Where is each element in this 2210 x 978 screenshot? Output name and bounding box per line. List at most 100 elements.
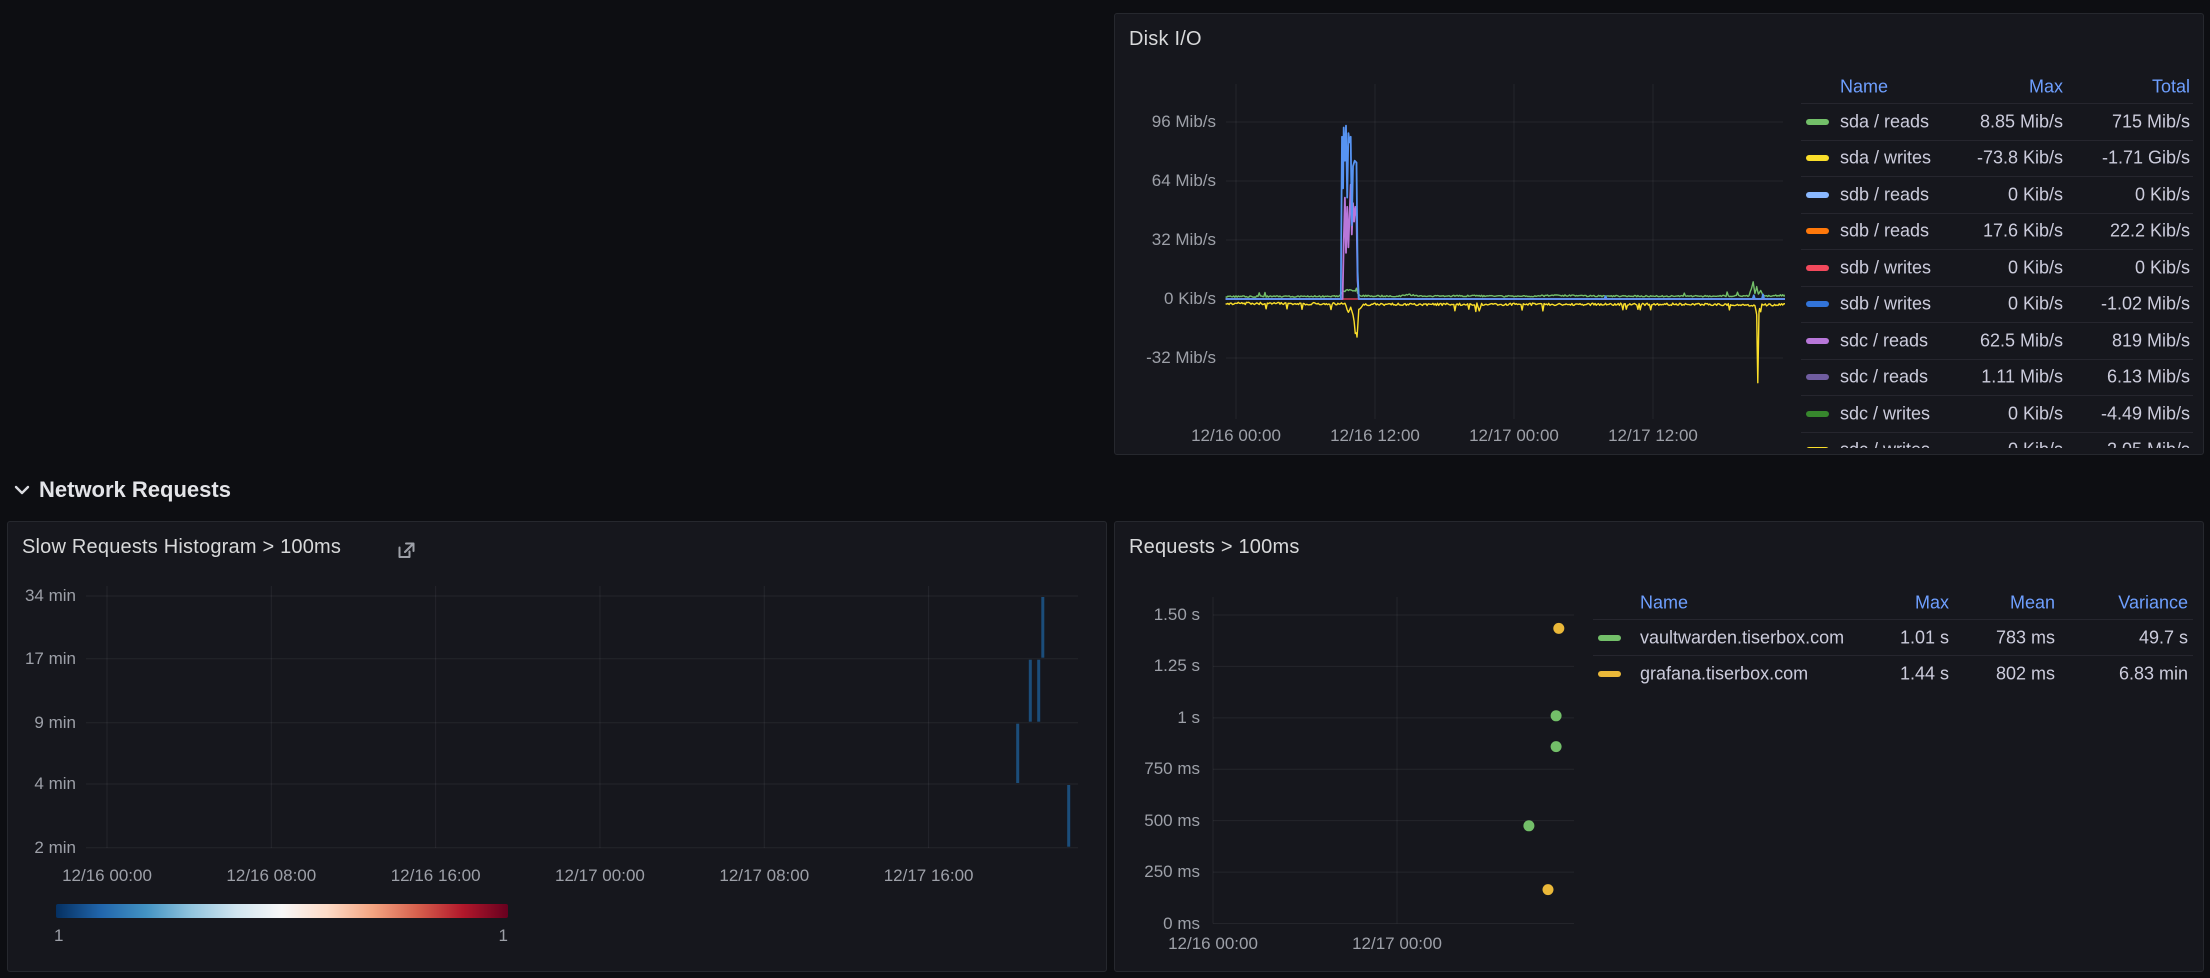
panel-title-requests-over-100ms[interactable]: Requests > 100ms bbox=[1129, 536, 1300, 559]
hist-x-tick-label: 12/16 08:00 bbox=[206, 866, 336, 886]
disk-legend-row: sdb / writes 0 Kib/s -1.02 Mib/s bbox=[1801, 286, 2193, 323]
series-color-swatch[interactable] bbox=[1806, 411, 1829, 417]
disk-y-tick-label: 32 Mib/s bbox=[1131, 230, 1216, 250]
hist-x-tick-label: 12/16 16:00 bbox=[371, 866, 501, 886]
disk-cell-name[interactable]: sdb / writes bbox=[1840, 294, 1931, 315]
req-x-tick-label: 12/16 00:00 bbox=[1148, 934, 1278, 954]
heatmap-cell-3 bbox=[1041, 597, 1044, 658]
series-color-swatch[interactable] bbox=[1806, 155, 1829, 161]
req-cell-variance: 49.7 s bbox=[2139, 627, 2188, 648]
series-color-swatch[interactable] bbox=[1806, 301, 1829, 307]
disk-cell-total: 22.2 Kib/s bbox=[2110, 221, 2190, 242]
hist-x-tick-label: 12/17 00:00 bbox=[535, 866, 665, 886]
scatter-point-0-0 bbox=[1551, 710, 1562, 721]
disk-series-1 bbox=[1226, 282, 1790, 297]
disk-col-header-total[interactable]: Total bbox=[2152, 77, 2190, 98]
req-y-tick-label: 500 ms bbox=[1117, 811, 1200, 831]
series-color-swatch[interactable] bbox=[1806, 374, 1829, 380]
disk-legend-row: sdb / reads0 Kib/s0 Kib/s bbox=[1801, 176, 2193, 213]
disk-x-tick-label: 12/16 12:00 bbox=[1310, 426, 1440, 446]
hist-y-tick-label: 2 min bbox=[12, 838, 76, 858]
req-cell-max: 1.01 s bbox=[1900, 627, 1949, 648]
panel-title-slow-requests-histogram[interactable]: Slow Requests Histogram > 100ms bbox=[22, 536, 341, 559]
hist-y-tick-label: 34 min bbox=[12, 586, 76, 606]
req-col-header-max[interactable]: Max bbox=[1915, 592, 1949, 613]
disk-legend-row: sdc / writes0 Kib/s-4.49 Mib/s bbox=[1801, 395, 2193, 432]
disk-cell-name[interactable]: sda / reads bbox=[1840, 111, 1929, 132]
series-color-swatch[interactable] bbox=[1806, 265, 1829, 271]
heatmap-cell-1 bbox=[1029, 660, 1032, 722]
disk-cell-max: 0 Kib/s bbox=[2008, 184, 2063, 205]
disk-legend-row: sdc / writes0 Kib/s-2.05 Mib/s bbox=[1801, 432, 2193, 449]
color-scale-max-label: 1 bbox=[438, 926, 508, 946]
disk-legend-row: sda / writes-73.8 Kib/s-1.71 Gib/s bbox=[1801, 140, 2193, 177]
chevron-down-icon bbox=[14, 485, 30, 495]
disk-cell-total: 6.13 Mib/s bbox=[2107, 367, 2190, 388]
disk-cell-name[interactable]: sdb / reads bbox=[1840, 184, 1929, 205]
disk-io-legend: NameMaxTotalsda / reads8.85 Mib/s715 Mib… bbox=[1801, 71, 2193, 448]
hist-x-tick-label: 12/17 16:00 bbox=[864, 866, 994, 886]
disk-cell-name[interactable]: sdc / reads bbox=[1840, 367, 1928, 388]
section-title: Network Requests bbox=[39, 477, 231, 503]
disk-y-tick-label: 0 Kib/s bbox=[1131, 289, 1216, 309]
req-col-header-name[interactable]: Name bbox=[1640, 592, 1688, 613]
disk-cell-max: 0 Kib/s bbox=[2008, 440, 2063, 448]
disk-x-tick-label: 12/17 12:00 bbox=[1588, 426, 1718, 446]
hist-y-tick-label: 4 min bbox=[12, 774, 76, 794]
disk-col-header-name[interactable]: Name bbox=[1840, 77, 1888, 98]
panel-requests-over-100ms: Requests > 100ms Name Max Mean Variance vaul… bbox=[1114, 521, 2204, 972]
disk-x-tick-label: 12/17 00:00 bbox=[1449, 426, 1579, 446]
series-color-swatch[interactable] bbox=[1806, 192, 1829, 198]
req-cell-mean: 783 ms bbox=[1996, 627, 2055, 648]
external-link-icon[interactable] bbox=[395, 539, 418, 562]
disk-cell-total: -1.02 Mib/s bbox=[2101, 294, 2190, 315]
req-y-tick-label: 1 s bbox=[1117, 708, 1200, 728]
disk-cell-name[interactable]: sdb / reads bbox=[1840, 221, 1929, 242]
disk-cell-name[interactable]: sdb / writes bbox=[1840, 257, 1931, 278]
disk-cell-max: 0 Kib/s bbox=[2008, 257, 2063, 278]
panel-slow-requests-histogram: Slow Requests Histogram > 100ms 34 min17… bbox=[7, 521, 1107, 972]
scatter-point-1-0 bbox=[1553, 623, 1564, 634]
requests-legend: Name Max Mean Variance vaultwarden.tiserbox.… bbox=[1593, 586, 2193, 691]
panel-disk-io: Disk I/O NameMaxTotalsda / reads8.85 Mib… bbox=[1114, 13, 2204, 455]
disk-series-0 bbox=[1226, 302, 1790, 382]
req-legend-header: Name Max Mean Variance bbox=[1593, 586, 2193, 619]
disk-cell-name[interactable]: sdc / writes bbox=[1840, 403, 1930, 424]
req-col-header-variance[interactable]: Variance bbox=[2118, 592, 2188, 613]
series-color-swatch[interactable] bbox=[1806, 228, 1829, 234]
disk-cell-name[interactable]: sdc / writes bbox=[1840, 440, 1930, 448]
section-row-network-requests[interactable]: Network Requests bbox=[14, 474, 231, 506]
disk-cell-total: 715 Mib/s bbox=[2112, 111, 2190, 132]
disk-series-9 bbox=[1226, 126, 1790, 299]
disk-cell-max: 0 Kib/s bbox=[2008, 294, 2063, 315]
series-color-swatch[interactable] bbox=[1806, 447, 1829, 448]
disk-legend-header: Name Max Total bbox=[1801, 71, 2193, 103]
scatter-point-0-2 bbox=[1523, 820, 1534, 831]
disk-cell-max: 17.6 Kib/s bbox=[1983, 221, 2063, 242]
req-cell-name[interactable]: grafana.tiserbox.com bbox=[1640, 663, 1808, 684]
disk-x-tick-label: 12/16 00:00 bbox=[1171, 426, 1301, 446]
hist-y-tick-label: 9 min bbox=[12, 713, 76, 733]
disk-cell-total: 0 Kib/s bbox=[2135, 257, 2190, 278]
disk-cell-name[interactable]: sdc / reads bbox=[1840, 330, 1928, 351]
disk-y-tick-label: 96 Mib/s bbox=[1131, 112, 1216, 132]
heatmap-cell-2 bbox=[1037, 660, 1040, 722]
series-color-swatch[interactable] bbox=[1598, 671, 1621, 677]
series-color-swatch[interactable] bbox=[1806, 338, 1829, 344]
req-cell-max: 1.44 s bbox=[1900, 663, 1949, 684]
req-col-header-mean[interactable]: Mean bbox=[2010, 592, 2055, 613]
heatmap-cell-4 bbox=[1067, 785, 1070, 847]
series-color-swatch[interactable] bbox=[1806, 119, 1829, 125]
req-y-tick-label: 1.25 s bbox=[1117, 656, 1200, 676]
req-x-tick-label: 12/17 00:00 bbox=[1332, 934, 1462, 954]
req-legend-row: vaultwarden.tiserbox.com 1.01 s 783 ms 49.7… bbox=[1593, 619, 2193, 655]
disk-col-header-max[interactable]: Max bbox=[2029, 77, 2063, 98]
disk-legend-row: sdb / reads 17.6 Kib/s 22.2 Kib/s bbox=[1801, 213, 2193, 250]
heatmap-color-scale bbox=[56, 904, 508, 918]
color-scale-min-label: 1 bbox=[54, 926, 63, 946]
disk-cell-name[interactable]: sda / writes bbox=[1840, 148, 1931, 169]
req-cell-name[interactable]: vaultwarden.tiserbox.com bbox=[1640, 627, 1844, 648]
series-color-swatch[interactable] bbox=[1598, 635, 1621, 641]
disk-cell-max: 1.11 Mib/s bbox=[1981, 367, 2063, 388]
panel-title-disk-io[interactable]: Disk I/O bbox=[1129, 28, 1202, 51]
